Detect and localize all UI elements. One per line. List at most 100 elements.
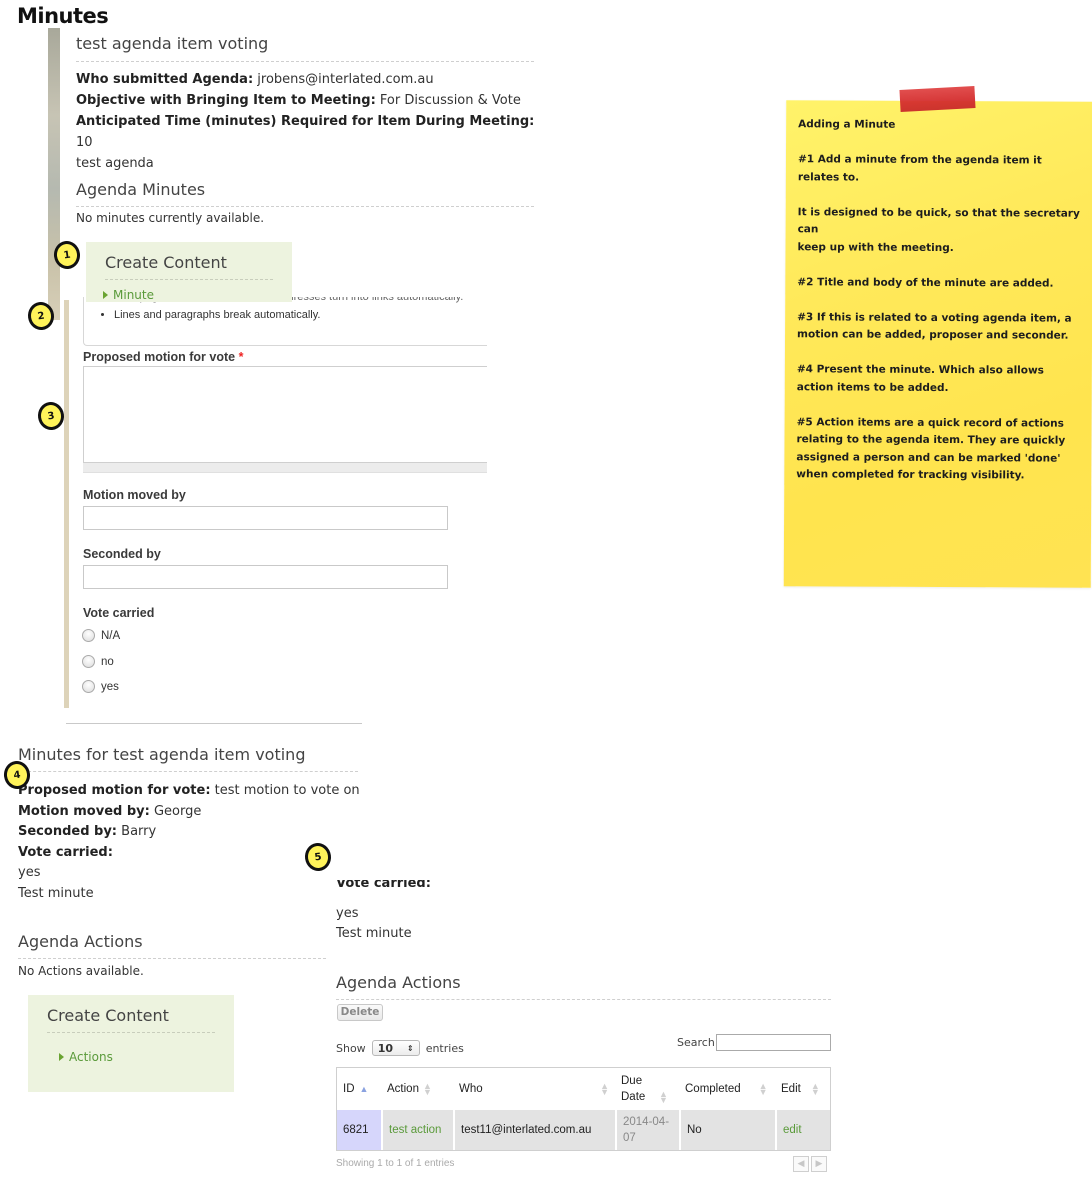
agenda-field-time: Anticipated Time (minutes) Required for … [76,111,536,153]
callout-marker-3: 3 [36,400,66,432]
field-label: Anticipated Time (minutes) Required for … [76,114,535,129]
field-value: 10 [76,135,93,150]
no-actions-text: No Actions available. [18,964,144,978]
input-format-help: Web page addresses and e-mail addresses … [83,297,487,346]
field-value: For Discussion & Vote [379,93,521,108]
header-label: Completed [685,1083,741,1096]
sort-icon: ▲ ▼ [810,1080,820,1097]
divider [76,206,534,207]
agenda-actions-table-heading: Agenda Actions [336,973,461,992]
search-input[interactable] [716,1034,831,1051]
help-item: Lines and paragraphs break automatically… [114,308,487,322]
column-header-action[interactable]: Action ▲ ▼ [381,1068,453,1110]
vote-carried-label: Vote carried [83,606,155,620]
column-header-who[interactable]: Who ▲ ▼ [453,1068,615,1110]
radio-button[interactable] [82,655,95,668]
agenda-body: test agenda [76,156,154,171]
minutes-view-heading: Minutes for test agenda item voting [18,745,306,764]
cell-who: test11@interlated.com.au [453,1110,615,1150]
agenda-actions-heading: Agenda Actions [18,932,143,951]
radio-button[interactable] [82,629,95,642]
column-header-edit[interactable]: Edit ▲ ▼ [775,1068,830,1110]
sticky-note-title: Adding a Minute [798,118,896,131]
cell-edit-link[interactable]: edit [775,1110,830,1150]
table-info: Showing 1 to 1 of 1 entries [336,1158,455,1169]
create-content-title: Create Content [47,1006,169,1025]
delete-button[interactable]: Delete [337,1004,383,1021]
header-label: ID [343,1083,355,1095]
column-header-completed[interactable]: Completed ▲ ▼ [679,1068,775,1110]
proposed-motion-label: Proposed motion for vote * [83,350,243,364]
field-value: test motion to vote on [214,783,360,798]
entries-label: entries [425,1041,464,1055]
sort-icon: ▲ ▼ [422,1080,432,1097]
page-size-control: Show 10 ⇕ entries [336,1040,464,1056]
divider [105,279,273,280]
textarea-resize-grip[interactable] [83,463,487,473]
show-label: Show [336,1041,366,1055]
vote-option-no[interactable]: no [82,655,114,668]
create-minute-link[interactable]: Minute [103,288,154,302]
proposed-motion-textarea[interactable] [83,366,487,463]
divider [18,771,358,772]
vote-option-na[interactable]: N/A [82,629,120,642]
divider [66,723,362,724]
cell-completed: No [679,1110,775,1150]
minute-field-motion: Proposed motion for vote: test motion to… [18,781,360,802]
cell-due-date: 2014-04-07 [615,1110,679,1150]
sticky-note-text: Adding a Minute #1 Add a minute from the… [796,116,1083,502]
sticky-note: Adding a Minute #1 Add a minute from the… [783,100,1092,588]
tape-decoration [899,86,976,112]
divider [47,1032,215,1033]
minutes-view-details: Proposed motion for vote: test motion to… [18,781,360,904]
sort-icon: ▲ ▼ [659,1088,668,1105]
motion-moved-by-label: Motion moved by [83,488,186,502]
field-label: Vote carried: [336,880,431,891]
page-size-select[interactable]: 10 ⇕ [371,1040,420,1056]
search-label: Search: [677,1036,719,1049]
agenda-field-objective: Objective with Bringing Item to Meeting:… [76,90,536,111]
link-label: Minute [113,288,154,302]
field-value: George [153,803,202,819]
field-label: Seconded by: [18,824,118,839]
sort-ascending-icon: ▲ [359,1084,369,1094]
divider [18,958,326,959]
no-minutes-text: No minutes currently available. [76,211,265,225]
option-label: N/A [101,629,121,642]
required-marker: * [238,350,244,364]
sort-icon: ▲ ▼ [758,1080,768,1097]
field-label: Proposed motion for vote: [18,783,211,798]
sticky-note-paragraph: #2 Title and body of the minute are adde… [797,275,1054,290]
field-label: Motion moved by: [18,803,150,819]
seconded-by-input[interactable] [83,565,448,589]
select-arrows-icon: ⇕ [406,1043,414,1053]
radio-button[interactable] [82,680,95,693]
seconded-by-label: Seconded by [83,547,161,561]
previous-page-button[interactable]: ◀ [793,1156,809,1172]
agenda-field-submitter: Who submitted Agenda: jrobens@interlated… [76,69,536,90]
divider [76,61,534,62]
field-label: Who submitted Agenda: [76,72,254,87]
agenda-item-title: test agenda item voting [76,34,269,53]
sticky-note-paragraph: #4 Present the minute. Which also allows… [796,363,1044,394]
create-actions-link[interactable]: Actions [59,1050,113,1064]
motion-moved-by-input[interactable] [83,506,448,530]
next-page-button[interactable]: ▶ [811,1156,827,1172]
sticky-note-paragraph: It is designed to be quick, so that the … [797,205,1080,254]
column-header-id[interactable]: ID ▲ [337,1068,381,1110]
divider [336,999,831,1000]
minute-field-seconded-by: Seconded by: Barry [18,822,360,843]
minute-body: Test minute [18,885,94,901]
form-border-strip [64,300,69,708]
cropped-vote-label: Vote carried: [336,880,431,894]
cell-action-link[interactable]: test action [381,1110,453,1150]
vote-option-yes[interactable]: yes [82,680,119,693]
header-label: Edit [781,1083,801,1096]
column-header-due-date[interactable]: Due Date ▲ ▼ [615,1068,679,1110]
field-value: jrobens@interlated.com.au [257,72,434,87]
cell-id: 6821 [337,1110,381,1150]
page-title: Minutes [17,4,109,28]
option-label: no [101,655,114,668]
sticky-note-paragraph: #1 Add a minute from the agenda item it … [797,153,1042,184]
sort-icon: ▲ ▼ [600,1081,609,1097]
